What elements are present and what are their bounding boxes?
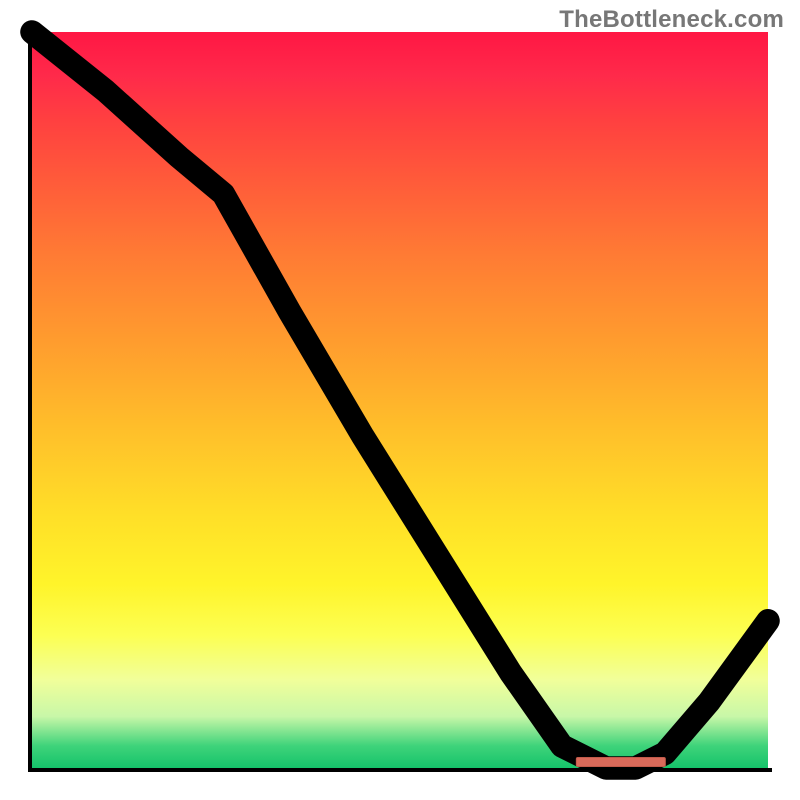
bottleneck-curve [32, 32, 768, 768]
chart-stage: TheBottleneck.com [0, 0, 800, 800]
watermark-text: TheBottleneck.com [559, 6, 784, 34]
optimum-range-marker [576, 757, 666, 767]
plot-area [32, 32, 768, 768]
curve-svg [32, 32, 768, 768]
